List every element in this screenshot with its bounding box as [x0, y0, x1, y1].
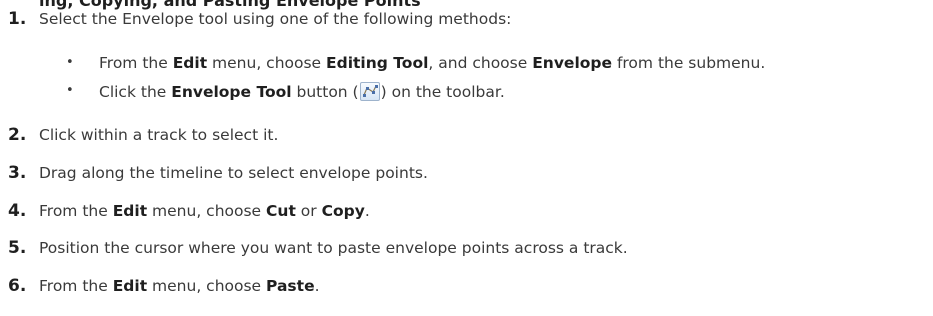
envelope-tool-icon	[359, 82, 380, 101]
step-text: Select the Envelope tool using one of th…	[39, 10, 512, 28]
bullet-marker: •	[66, 83, 74, 98]
step-number: 6.	[8, 276, 27, 296]
step-text: Click within a track to select it.	[39, 126, 279, 144]
section-heading: ing, Copying, and Pasting Envelope Point…	[39, 0, 421, 10]
step-text: Drag along the timeline to select envelo…	[39, 164, 428, 182]
step-text: From the Edit menu, choose Cut or Copy.	[39, 202, 370, 220]
step-number: 5.	[8, 238, 27, 258]
bullet-marker: •	[66, 55, 74, 70]
step-number: 3.	[8, 163, 27, 183]
substep-text: Click the Envelope Tool button () on the…	[99, 82, 505, 101]
substep-text: From the Edit menu, choose Editing Tool,…	[99, 54, 766, 72]
step-text: Position the cursor where you want to pa…	[39, 239, 628, 257]
step-number: 1.	[8, 9, 27, 29]
step-text: From the Edit menu, choose Paste.	[39, 277, 320, 295]
step-number: 4.	[8, 201, 27, 221]
step-number: 2.	[8, 125, 27, 145]
